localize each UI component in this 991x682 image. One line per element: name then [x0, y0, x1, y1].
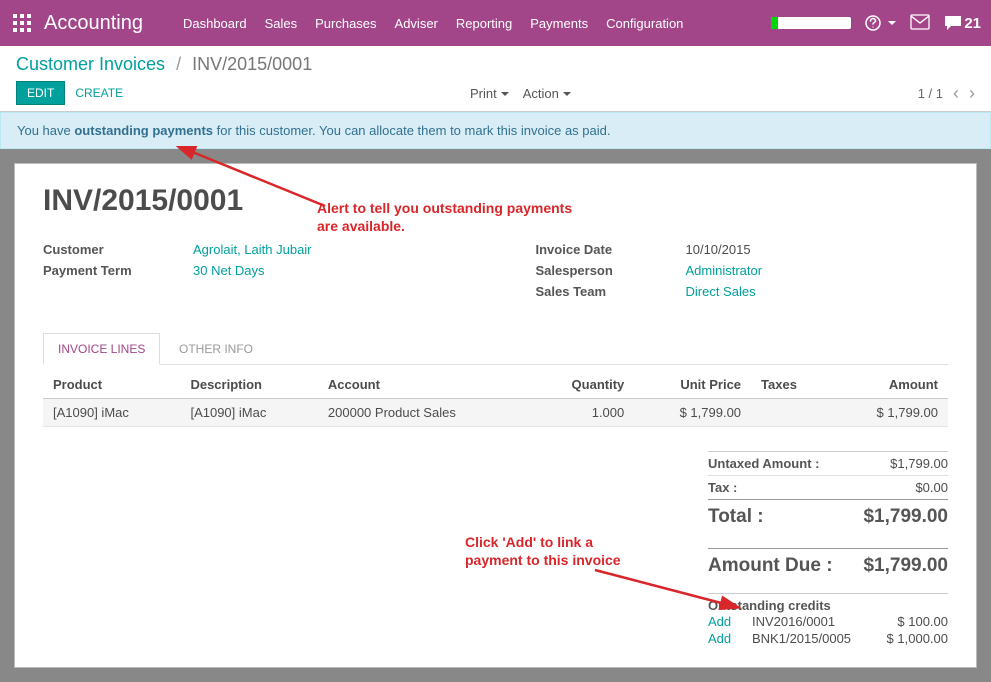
customer-label: Customer: [43, 242, 193, 257]
col-quantity: Quantity: [530, 371, 634, 399]
col-unit-price: Unit Price: [634, 371, 751, 399]
outstanding-payments-alert: You have outstanding payments for this c…: [0, 112, 991, 149]
edit-button[interactable]: EDIT: [16, 81, 65, 105]
due-value: $1,799.00: [863, 555, 948, 577]
outstanding-header: Outstanding credits: [708, 593, 948, 613]
menu-payments[interactable]: Payments: [530, 16, 588, 31]
top-nav: Accounting Dashboard Sales Purchases Adv…: [0, 0, 991, 46]
table-row[interactable]: [A1090] iMac [A1090] iMac 200000 Product…: [43, 399, 948, 427]
col-amount: Amount: [831, 371, 948, 399]
tab-other-info[interactable]: OTHER INFO: [164, 333, 268, 364]
brand-title: Accounting: [44, 12, 143, 35]
payment-term-value[interactable]: 30 Net Days: [193, 263, 265, 278]
customer-value[interactable]: Agrolait, Laith Jubair: [193, 242, 312, 257]
invoice-date-value: 10/10/2015: [686, 242, 751, 257]
pager-prev[interactable]: ‹: [953, 83, 959, 104]
menu-adviser[interactable]: Adviser: [395, 16, 438, 31]
invoice-date-label: Invoice Date: [536, 242, 686, 257]
pager: 1 / 1 ‹ ›: [918, 83, 975, 104]
tax-label: Tax :: [708, 480, 737, 495]
invoice-lines-table: Product Description Account Quantity Uni…: [43, 371, 948, 427]
outstanding-amount: $ 1,000.00: [887, 631, 948, 646]
outstanding-ref: BNK1/2015/0005: [752, 631, 887, 646]
help-dropdown[interactable]: [865, 15, 896, 31]
sales-team-label: Sales Team: [536, 284, 686, 299]
untaxed-label: Untaxed Amount :: [708, 456, 819, 471]
outstanding-row: Add BNK1/2015/0005 $ 1,000.00: [708, 630, 948, 647]
sheet-wrapper: Alert to tell you outstanding payments a…: [0, 149, 991, 682]
tax-value: $0.00: [915, 480, 948, 495]
totals: Untaxed Amount : $1,799.00 Tax : $0.00 Tot…: [708, 451, 948, 583]
breadcrumb-parent[interactable]: Customer Invoices: [16, 54, 165, 74]
menu-configuration[interactable]: Configuration: [606, 16, 683, 31]
print-dropdown[interactable]: Print: [470, 86, 509, 101]
menu-reporting[interactable]: Reporting: [456, 16, 512, 31]
pager-text: 1 / 1: [918, 86, 943, 101]
sales-team-value[interactable]: Direct Sales: [686, 284, 756, 299]
total-label: Total :: [708, 506, 764, 528]
create-button[interactable]: CREATE: [75, 86, 123, 100]
invoice-title: INV/2015/0001: [43, 184, 948, 218]
messages-button[interactable]: 21: [944, 15, 981, 32]
due-label: Amount Due :: [708, 555, 833, 577]
pager-next[interactable]: ›: [969, 83, 975, 104]
messages-count: 21: [964, 15, 981, 32]
col-taxes: Taxes: [751, 371, 831, 399]
breadcrumb-current: INV/2015/0001: [192, 54, 312, 74]
apps-icon[interactable]: [10, 11, 34, 35]
untaxed-value: $1,799.00: [890, 456, 948, 471]
menu-dashboard[interactable]: Dashboard: [183, 16, 247, 31]
col-product: Product: [43, 371, 180, 399]
tabs: INVOICE LINES OTHER INFO: [43, 333, 948, 365]
tab-invoice-lines[interactable]: INVOICE LINES: [43, 333, 160, 365]
salesperson-value[interactable]: Administrator: [686, 263, 763, 278]
menu-sales[interactable]: Sales: [265, 16, 298, 31]
payment-term-label: Payment Term: [43, 263, 193, 278]
control-bar: Customer Invoices / INV/2015/0001 EDIT C…: [0, 46, 991, 112]
col-description: Description: [180, 371, 317, 399]
col-account: Account: [318, 371, 530, 399]
breadcrumb: Customer Invoices / INV/2015/0001: [16, 54, 975, 75]
outstanding-row: Add INV2016/0001 $ 100.00: [708, 613, 948, 630]
outstanding-credits: Outstanding credits Add INV2016/0001 $ 1…: [708, 593, 948, 647]
outstanding-ref: INV2016/0001: [752, 614, 897, 629]
action-dropdown[interactable]: Action: [523, 86, 571, 101]
topnav-right: 21: [771, 14, 981, 33]
mail-icon[interactable]: [910, 14, 930, 33]
add-button[interactable]: Add: [708, 614, 752, 629]
form-sheet: Alert to tell you outstanding payments a…: [14, 163, 977, 668]
field-col-right: Invoice Date10/10/2015 SalespersonAdmini…: [536, 242, 949, 305]
outstanding-amount: $ 100.00: [897, 614, 948, 629]
main-menu: Dashboard Sales Purchases Adviser Report…: [183, 16, 771, 31]
salesperson-label: Salesperson: [536, 263, 686, 278]
total-value: $1,799.00: [863, 506, 948, 528]
add-button[interactable]: Add: [708, 631, 752, 646]
menu-purchases[interactable]: Purchases: [315, 16, 376, 31]
progress-bar[interactable]: [771, 17, 851, 29]
field-col-left: CustomerAgrolait, Laith Jubair Payment T…: [43, 242, 456, 305]
annotation-add-text: Click 'Add' to link a payment to this in…: [465, 534, 645, 569]
